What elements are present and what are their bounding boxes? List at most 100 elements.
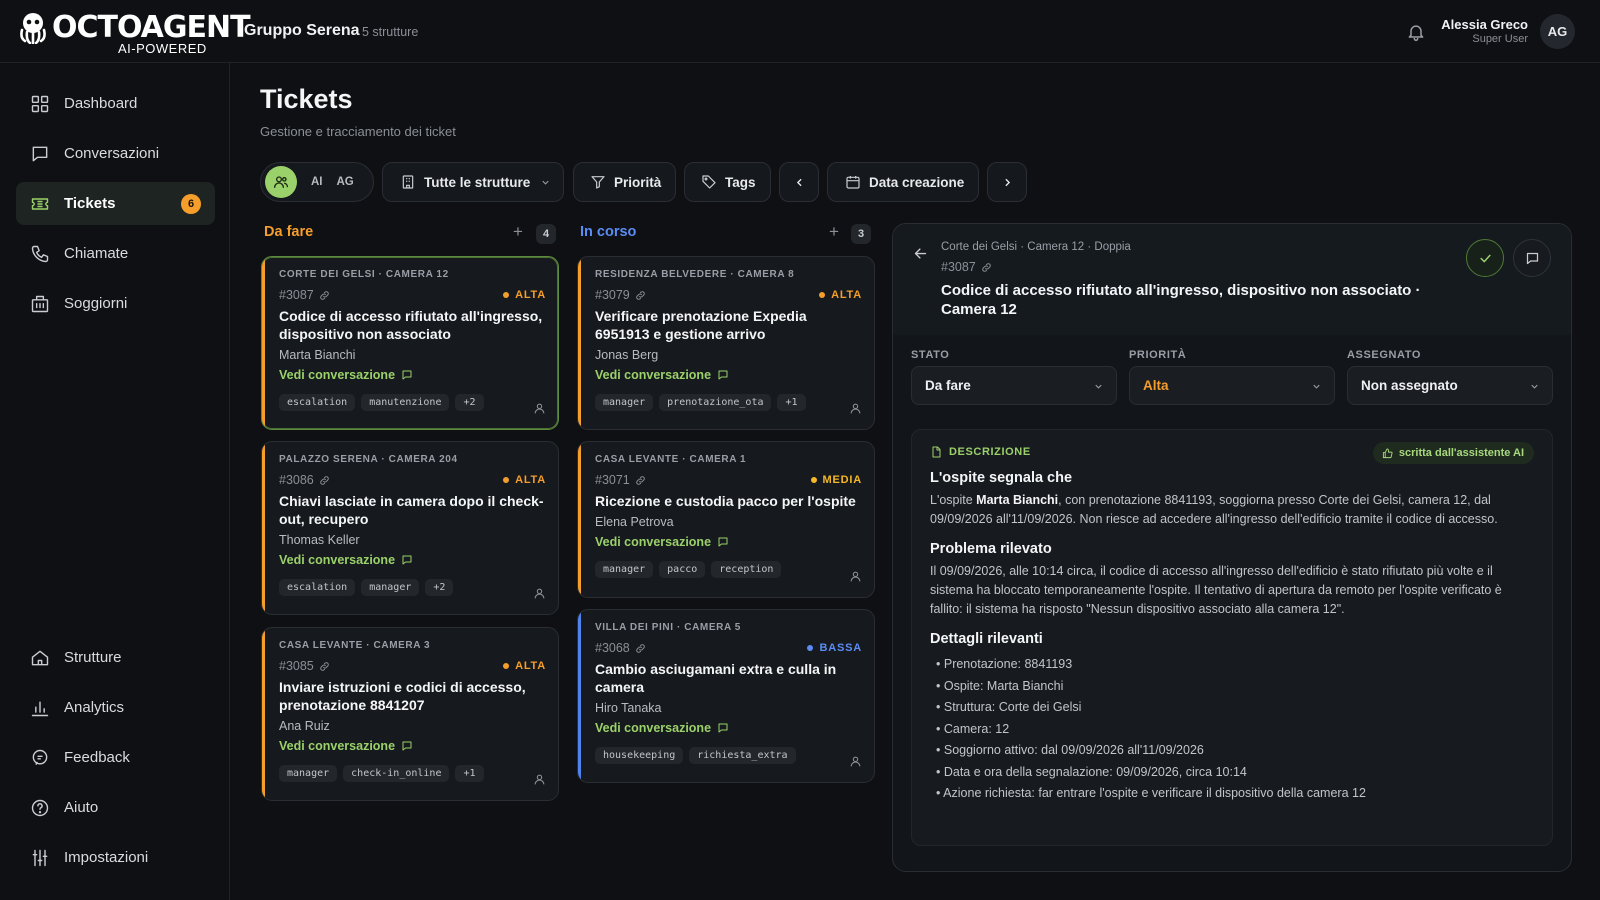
ticket-id: #3071 (595, 473, 630, 487)
tags-filter-button[interactable]: Tags (684, 162, 771, 202)
link-icon[interactable] (635, 643, 646, 654)
tag[interactable]: escalation (279, 578, 356, 596)
seg-all-button[interactable] (265, 166, 297, 198)
sidebar-item-label: Analytics (64, 699, 125, 716)
ticket-detail-panel: Corte dei Gelsi · Camera 12 · Doppia #30… (892, 223, 1572, 872)
tag[interactable]: prenotazione_ota (659, 393, 772, 411)
section-text: Il 09/09/2026, alle 10:14 circa, il codi… (930, 564, 1502, 616)
tag-more[interactable]: +1 (455, 764, 484, 782)
view-conversation-link[interactable]: Vedi conversazione (279, 739, 544, 753)
ticket-id: #3087 (279, 288, 314, 302)
org-name[interactable]: Gruppo Serena (244, 22, 360, 40)
brand-logo[interactable]: OCTOAGENT AI-POWERED (18, 12, 251, 56)
assign-user-icon[interactable] (849, 570, 862, 583)
link-icon[interactable] (981, 262, 992, 273)
tag-more[interactable]: +2 (425, 578, 454, 596)
sidebar-item-feedback[interactable]: Feedback (16, 736, 215, 779)
date-next-button[interactable] (987, 162, 1027, 202)
sidebar-item-tickets[interactable]: Tickets 6 (16, 182, 215, 225)
ticket-card-3079[interactable]: RESIDENZA BELVEDERE · CAMERA 8 #3079 ALT… (577, 256, 875, 430)
status-select[interactable]: Da fare (911, 366, 1117, 405)
tag[interactable]: reception (711, 560, 782, 578)
ticket-card-3086[interactable]: PALAZZO SERENA · CAMERA 204 #3086 ALTA C… (261, 441, 559, 615)
tag[interactable]: manager (595, 393, 654, 411)
chevron-down-icon (1095, 384, 1102, 389)
ticket-guest: Jonas Berg (595, 348, 659, 362)
assign-user-icon[interactable] (849, 402, 862, 415)
sliders-icon (32, 849, 48, 866)
view-conversation-link[interactable]: Vedi conversazione (279, 368, 544, 382)
ticket-guest: Hiro Tanaka (595, 701, 662, 715)
ticket-card-3087[interactable]: CORTE DEI GELSI · CAMERA 12 #3087 ALTA C… (261, 256, 559, 430)
assign-user-icon[interactable] (533, 773, 546, 786)
chat-icon (1526, 252, 1538, 264)
grid-icon (31, 95, 49, 112)
sidebar-item-analytics[interactable]: Analytics (16, 686, 215, 729)
sidebar-item-dashboard[interactable]: Dashboard (16, 82, 215, 125)
chat-icon (718, 723, 728, 733)
assignee-select[interactable]: Non assegnato (1347, 366, 1553, 405)
calendar-icon (846, 176, 860, 189)
sidebar-item-conversazioni[interactable]: Conversazioni (16, 132, 215, 175)
link-icon[interactable] (319, 661, 330, 672)
open-conversation-button[interactable] (1513, 239, 1551, 277)
bar-chart-icon (31, 700, 49, 716)
phone-icon (31, 245, 49, 262)
link-icon[interactable] (635, 475, 646, 486)
sidebar-item-strutture[interactable]: Strutture (16, 636, 215, 679)
structures-dropdown[interactable]: Tutte le strutture (382, 162, 564, 202)
tag[interactable]: pacco (659, 560, 706, 578)
list-item: Ospite: Marta Bianchi (930, 676, 1534, 698)
avatar[interactable]: AG (1540, 14, 1575, 49)
resolve-button[interactable] (1466, 239, 1504, 277)
view-conversation-link[interactable]: Vedi conversazione (595, 721, 860, 735)
tag[interactable]: manutenzione (361, 393, 450, 411)
sidebar-item-chiamate[interactable]: Chiamate (16, 232, 215, 275)
assign-user-icon[interactable] (849, 755, 862, 768)
priority-select[interactable]: Alta (1129, 366, 1335, 405)
top-bar: OCTOAGENT AI-POWERED Gruppo Serena 5 str… (0, 0, 1600, 63)
link-icon[interactable] (319, 290, 330, 301)
chevron-down-icon (542, 180, 549, 185)
list-item: Data e ora della segnalazione: 09/09/202… (930, 762, 1534, 784)
bell-icon[interactable] (1406, 22, 1426, 42)
home-icon (31, 650, 49, 665)
view-conversation-link[interactable]: Vedi conversazione (595, 368, 860, 382)
ticket-card-3085[interactable]: CASA LEVANTE · CAMERA 3 #3085 ALTA Invia… (261, 627, 559, 801)
date-filter-button[interactable]: Data creazione (827, 162, 979, 202)
link-icon[interactable] (635, 290, 646, 301)
ticket-id: #3068 (595, 641, 630, 655)
add-ticket-todo-button[interactable]: + (513, 222, 523, 242)
column-count-in-corso: 3 (851, 224, 871, 244)
thumbs-up-icon (1382, 447, 1393, 458)
link-icon[interactable] (319, 475, 330, 486)
add-ticket-progress-button[interactable]: + (829, 222, 839, 242)
tag[interactable]: check-in_online (343, 764, 450, 782)
view-conversation-link[interactable]: Vedi conversazione (279, 553, 544, 567)
tag[interactable]: manager (361, 578, 420, 596)
ticket-guest: Thomas Keller (279, 533, 360, 547)
ticket-card-3071[interactable]: CASA LEVANTE · CAMERA 1 #3071 MEDIA Rice… (577, 441, 875, 598)
tag-more[interactable]: +2 (455, 393, 484, 411)
assign-user-icon[interactable] (533, 587, 546, 600)
assign-user-icon[interactable] (533, 402, 546, 415)
seg-ag-button[interactable]: AG (337, 176, 354, 188)
seg-ai-button[interactable]: AI (311, 176, 323, 188)
arrow-left-icon[interactable] (913, 246, 928, 261)
priority-badge: ALTA (819, 289, 862, 301)
sidebar-item-soggiorni[interactable]: Soggiorni (16, 282, 215, 325)
org-count: 5 strutture (362, 25, 419, 39)
tag[interactable]: manager (595, 560, 654, 578)
priority-filter-button[interactable]: Priorità (573, 162, 676, 202)
sidebar-item-aiuto[interactable]: Aiuto (16, 786, 215, 829)
view-conversation-link[interactable]: Vedi conversazione (595, 535, 860, 549)
sidebar-item-label: Aiuto (64, 799, 99, 816)
tag-more[interactable]: +1 (777, 393, 806, 411)
tag[interactable]: richiesta_extra (689, 746, 796, 764)
ticket-card-3068[interactable]: VILLA DEI PINI · CAMERA 5 #3068 BASSA Ca… (577, 609, 875, 783)
date-prev-button[interactable] (779, 162, 819, 202)
tag[interactable]: housekeeping (595, 746, 684, 764)
tag[interactable]: escalation (279, 393, 356, 411)
tag[interactable]: manager (279, 764, 338, 782)
sidebar-item-impostazioni[interactable]: Impostazioni (16, 836, 215, 879)
